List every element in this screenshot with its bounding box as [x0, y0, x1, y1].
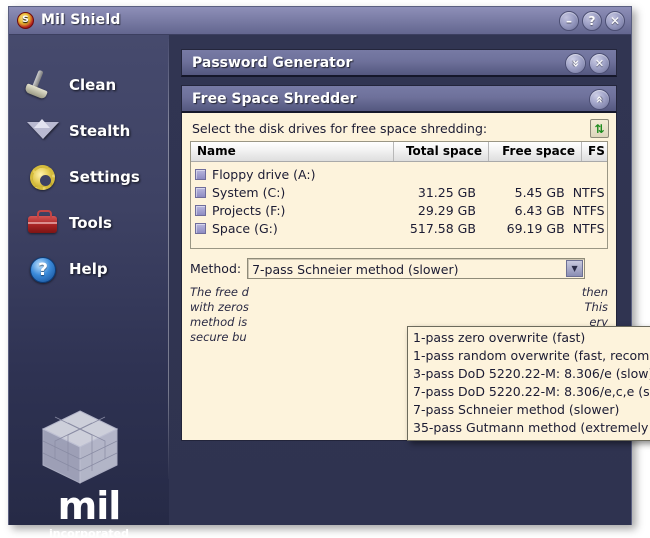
table-row[interactable]: System (C:) 31.25 GB 5.45 GB NTFS: [191, 183, 607, 201]
sidebar-item-label-tools: Tools: [69, 214, 112, 232]
sidebar-item-clean[interactable]: Clean: [23, 65, 159, 105]
shield-badge-icon: S: [17, 12, 34, 29]
drive-checkbox[interactable]: [195, 187, 206, 198]
help-button[interactable]: ?: [582, 11, 602, 31]
stealth-plane-icon: [23, 114, 63, 148]
sidebar-item-label-help: Help: [69, 260, 108, 278]
description-text-right-1: then: [582, 285, 608, 300]
refresh-arrows-icon[interactable]: ⇅: [590, 119, 609, 138]
drive-name: Floppy drive (A:): [212, 167, 389, 182]
drive-checkbox[interactable]: [195, 169, 206, 180]
method-combobox[interactable]: 7-pass Schneier method (slower) ▼: [247, 258, 585, 279]
minimize-button[interactable]: –: [559, 11, 579, 31]
question-circle-icon: ?: [23, 252, 63, 286]
panel-header-free-space-shredder[interactable]: Free Space Shredder »: [181, 85, 617, 113]
panel-title-free-space-shredder: Free Space Shredder: [192, 91, 357, 107]
application-root: S Mil Shield – ? ✕ Clean Stealth: [0, 0, 650, 538]
panel-header-password-generator[interactable]: Password Generator » ✕: [181, 49, 617, 77]
table-row[interactable]: Floppy drive (A:): [191, 165, 607, 183]
drive-table-body: Floppy drive (A:) System (C:) 31.25 GB 5…: [191, 162, 607, 248]
chevron-down-icon[interactable]: ▼: [566, 260, 583, 277]
sidebar-item-tools[interactable]: Tools: [23, 203, 159, 243]
window-titlebar: S Mil Shield – ? ✕: [9, 7, 631, 35]
shredder-instruction: Select the disk drives for free space sh…: [190, 119, 608, 141]
question-mark-icon: ?: [583, 12, 601, 30]
logo-subtitle: incorporated: [9, 527, 169, 538]
dropdown-option[interactable]: 3-pass DoD 5220.22-M: 8.306/e (slow): [408, 365, 650, 383]
logo-wordmark: mil: [9, 487, 169, 525]
drive-table-header: Name Total space Free space FS: [191, 142, 607, 162]
minimize-icon: –: [560, 12, 578, 30]
method-label: Method:: [190, 261, 241, 276]
column-header-total[interactable]: Total space: [394, 142, 489, 161]
description-text-right-2: This: [585, 300, 609, 315]
drive-checkbox[interactable]: [195, 223, 206, 234]
sidebar-item-stealth[interactable]: Stealth: [23, 111, 159, 151]
close-icon: ✕: [606, 12, 624, 30]
method-dropdown-list[interactable]: 1-pass zero overwrite (fast) 1-pass rand…: [407, 326, 650, 441]
sidebar-item-help[interactable]: ? Help: [23, 249, 159, 289]
panel-close-icon[interactable]: ✕: [589, 53, 610, 74]
sidebar-item-label-stealth: Stealth: [69, 122, 130, 140]
drive-total: 29.29 GB: [389, 203, 480, 218]
toolbox-icon: [23, 206, 63, 240]
close-button[interactable]: ✕: [605, 11, 625, 31]
gear-icon: [23, 160, 63, 194]
broom-icon: [23, 68, 63, 102]
cube-logo-icon: [39, 407, 121, 487]
description-text-left-2: with zeros: [190, 300, 249, 314]
method-row: Method: 7-pass Schneier method (slower) …: [190, 258, 608, 279]
window-title: Mil Shield: [41, 12, 121, 28]
drive-fs: NTFS: [569, 221, 607, 236]
description-text-left-1: The free d: [190, 285, 249, 299]
dropdown-option[interactable]: 7-pass DoD 5220.22-M: 8.306/e,c,e (slowe…: [408, 383, 650, 401]
drive-checkbox[interactable]: [195, 205, 206, 216]
collapse-chevron-up-icon[interactable]: »: [589, 89, 610, 110]
table-row[interactable]: Space (G:) 517.58 GB 69.19 GB NTFS: [191, 219, 607, 237]
sidebar: Clean Stealth Settings Tools: [9, 35, 169, 525]
window-controls: – ? ✕: [559, 11, 625, 31]
drive-fs: NTFS: [569, 203, 607, 218]
sidebar-item-label-settings: Settings: [69, 168, 140, 186]
column-header-name[interactable]: Name: [191, 142, 394, 161]
description-text-left-4: secure bu: [190, 330, 247, 344]
content-area: Password Generator » ✕ Free Space Shredd…: [169, 35, 631, 525]
drive-free: 69.19 GB: [480, 221, 569, 236]
method-selected-value: 7-pass Schneier method (slower): [252, 262, 458, 277]
drive-name: Space (G:): [212, 221, 389, 236]
drive-total: 31.25 GB: [389, 185, 480, 200]
drive-total: 517.58 GB: [389, 221, 480, 236]
dropdown-option-selected[interactable]: 7-pass Schneier method (slower): [408, 401, 650, 419]
panel-title-password-generator: Password Generator: [192, 55, 352, 71]
sidebar-item-settings[interactable]: Settings: [23, 157, 159, 197]
dropdown-option[interactable]: 1-pass zero overwrite (fast): [408, 329, 650, 347]
dropdown-option[interactable]: 35-pass Gutmann method (extremely slow): [408, 419, 650, 437]
drive-name: Projects (F:): [212, 203, 389, 218]
column-header-fs[interactable]: FS: [582, 142, 607, 161]
description-text-left-3: method is: [190, 315, 247, 329]
drive-free: 6.43 GB: [480, 203, 569, 218]
panel-buttons-free-space-shredder: »: [589, 89, 610, 110]
drive-fs: NTFS: [569, 185, 607, 200]
expand-chevron-down-icon[interactable]: »: [565, 53, 586, 74]
panel-buttons-password-generator: » ✕: [565, 53, 610, 74]
drive-free: 5.45 GB: [480, 185, 569, 200]
drive-name: System (C:): [212, 185, 389, 200]
sidebar-item-label-clean: Clean: [69, 76, 116, 94]
panel-password-generator: Password Generator » ✕: [181, 49, 617, 77]
table-row[interactable]: Projects (F:) 29.29 GB 6.43 GB NTFS: [191, 201, 607, 219]
drive-table: Name Total space Free space FS Floppy dr…: [190, 141, 608, 249]
dropdown-option[interactable]: 1-pass random overwrite (fast, recommend…: [408, 347, 650, 365]
main-window: S Mil Shield – ? ✕ Clean Stealth: [8, 6, 632, 525]
column-header-free[interactable]: Free space: [489, 142, 582, 161]
